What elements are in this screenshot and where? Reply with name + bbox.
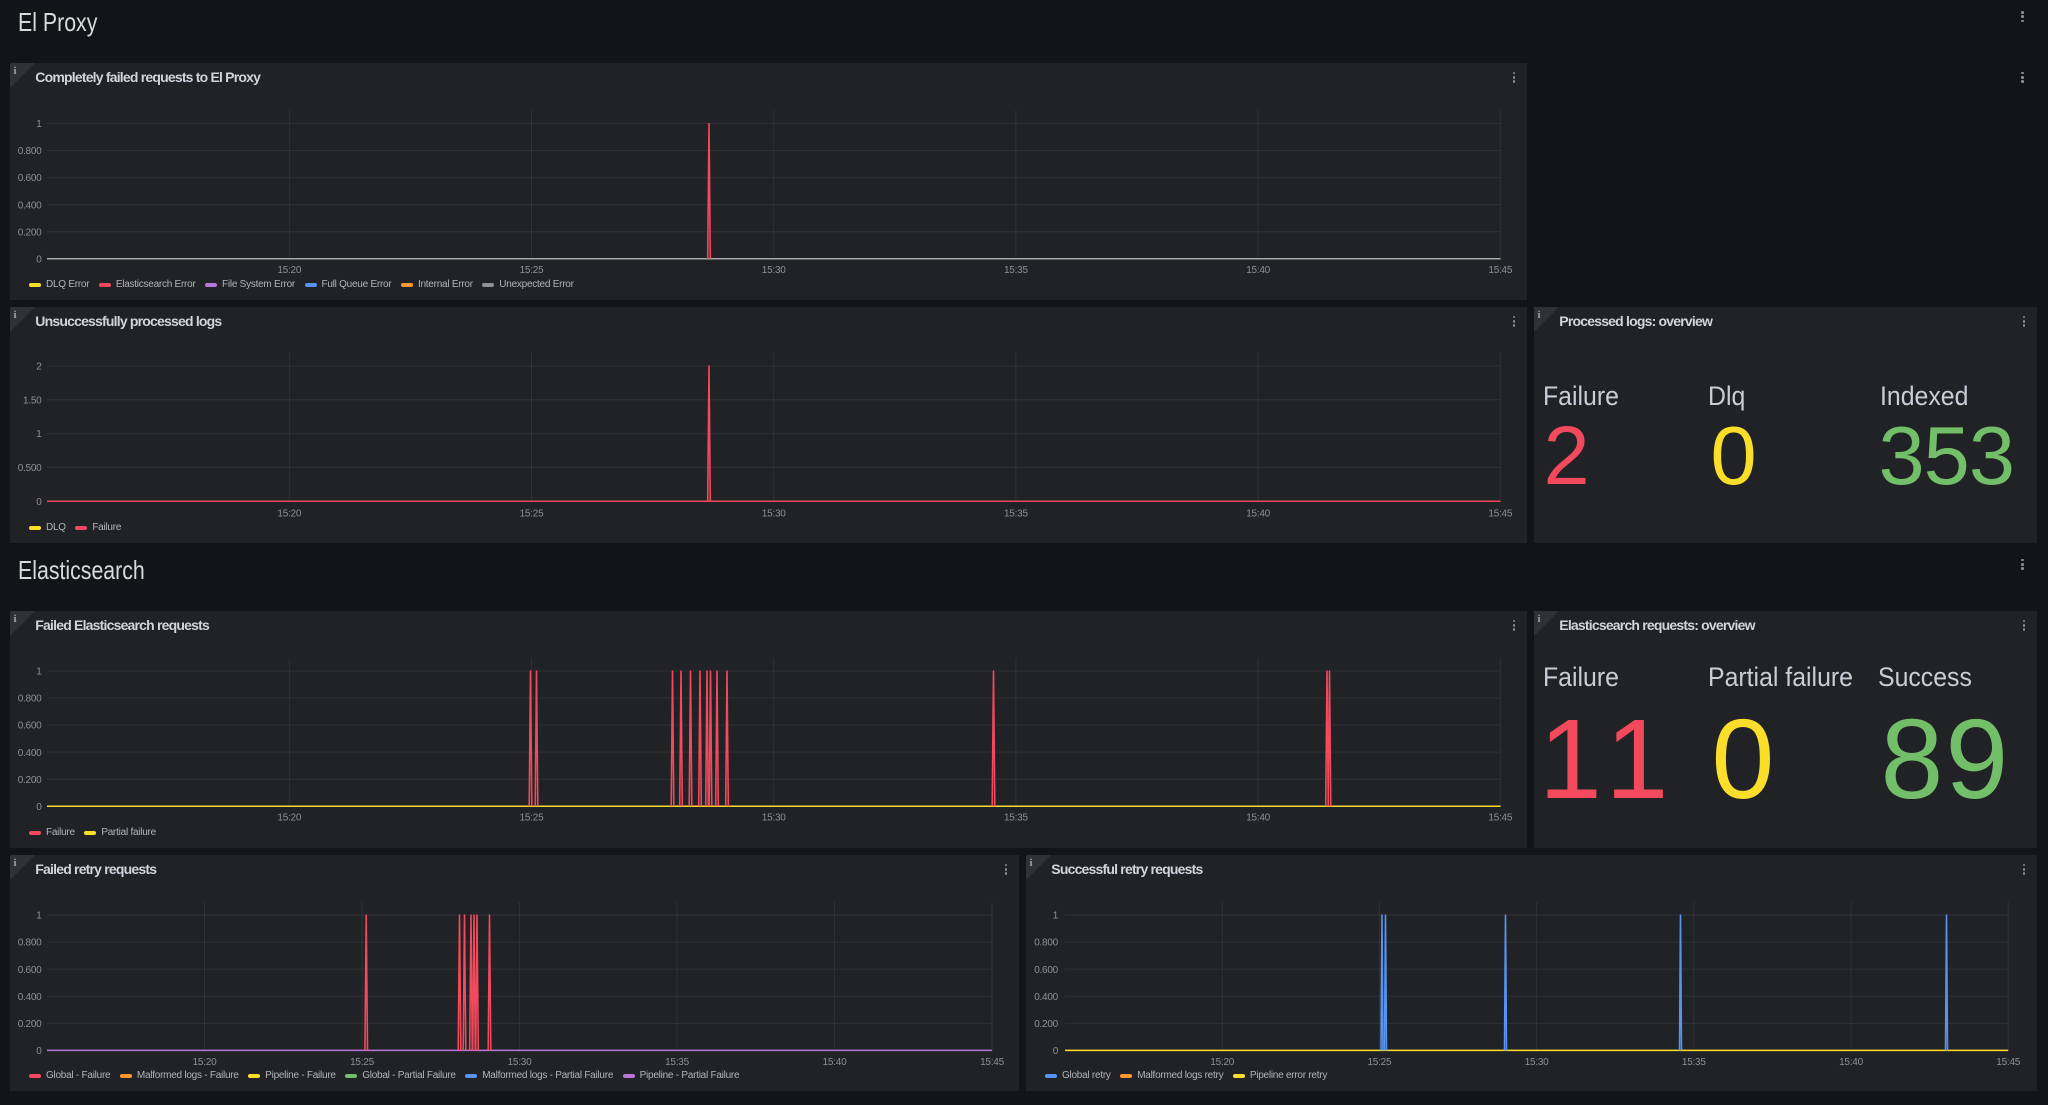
svg-text:1: 1 bbox=[36, 911, 42, 922]
svg-text:15:45: 15:45 bbox=[980, 1057, 1004, 1068]
svg-text:15:35: 15:35 bbox=[1004, 508, 1028, 519]
svg-text:15:35: 15:35 bbox=[1004, 265, 1028, 276]
svg-text:1: 1 bbox=[36, 429, 42, 440]
svg-text:0: 0 bbox=[36, 1046, 42, 1057]
svg-text:0.800: 0.800 bbox=[18, 694, 42, 705]
svg-text:15:40: 15:40 bbox=[1246, 265, 1270, 276]
svg-text:15:25: 15:25 bbox=[520, 508, 544, 519]
svg-text:0.200: 0.200 bbox=[18, 1019, 42, 1030]
svg-text:0.600: 0.600 bbox=[18, 173, 42, 184]
svg-text:15:20: 15:20 bbox=[1210, 1057, 1234, 1068]
svg-text:0: 0 bbox=[36, 497, 42, 508]
svg-text:15:35: 15:35 bbox=[1682, 1057, 1706, 1068]
svg-text:15:25: 15:25 bbox=[350, 1057, 374, 1068]
svg-text:0: 0 bbox=[36, 254, 42, 265]
svg-text:15:30: 15:30 bbox=[762, 813, 786, 824]
svg-text:15:45: 15:45 bbox=[1996, 1057, 2020, 1068]
svg-text:15:35: 15:35 bbox=[1004, 813, 1028, 824]
svg-text:1.50: 1.50 bbox=[23, 395, 42, 406]
svg-text:15:25: 15:25 bbox=[520, 813, 544, 824]
svg-text:0.600: 0.600 bbox=[1034, 965, 1058, 976]
svg-text:15:30: 15:30 bbox=[762, 265, 786, 276]
svg-text:0.400: 0.400 bbox=[1034, 992, 1058, 1003]
svg-text:1: 1 bbox=[1053, 911, 1059, 922]
svg-text:0.800: 0.800 bbox=[18, 146, 42, 157]
svg-text:15:30: 15:30 bbox=[762, 508, 786, 519]
svg-text:0.600: 0.600 bbox=[18, 965, 42, 976]
svg-text:15:40: 15:40 bbox=[823, 1057, 847, 1068]
svg-text:1: 1 bbox=[36, 667, 42, 678]
svg-text:15:20: 15:20 bbox=[277, 265, 301, 276]
svg-text:0.400: 0.400 bbox=[18, 992, 42, 1003]
svg-text:15:30: 15:30 bbox=[508, 1057, 532, 1068]
svg-text:0: 0 bbox=[36, 802, 42, 813]
svg-text:15:25: 15:25 bbox=[1368, 1057, 1392, 1068]
svg-text:0.800: 0.800 bbox=[18, 938, 42, 949]
svg-text:0.500: 0.500 bbox=[18, 463, 42, 474]
svg-text:0.200: 0.200 bbox=[18, 775, 42, 786]
svg-text:1: 1 bbox=[36, 119, 42, 130]
svg-text:15:40: 15:40 bbox=[1839, 1057, 1863, 1068]
svg-text:15:45: 15:45 bbox=[1488, 508, 1512, 519]
svg-text:15:20: 15:20 bbox=[277, 508, 301, 519]
svg-text:15:25: 15:25 bbox=[520, 265, 544, 276]
svg-text:0: 0 bbox=[1053, 1046, 1059, 1057]
svg-text:15:30: 15:30 bbox=[1525, 1057, 1549, 1068]
svg-text:15:40: 15:40 bbox=[1246, 508, 1270, 519]
svg-text:0.400: 0.400 bbox=[18, 200, 42, 211]
svg-text:0.200: 0.200 bbox=[18, 227, 42, 238]
svg-text:0.600: 0.600 bbox=[18, 721, 42, 732]
svg-text:15:45: 15:45 bbox=[1488, 265, 1512, 276]
svg-text:2: 2 bbox=[36, 362, 42, 373]
svg-text:0.800: 0.800 bbox=[1034, 938, 1058, 949]
svg-text:15:20: 15:20 bbox=[277, 813, 301, 824]
svg-text:0.400: 0.400 bbox=[18, 748, 42, 759]
svg-text:15:20: 15:20 bbox=[193, 1057, 217, 1068]
svg-text:15:45: 15:45 bbox=[1488, 813, 1512, 824]
svg-text:15:40: 15:40 bbox=[1246, 813, 1270, 824]
svg-text:15:35: 15:35 bbox=[665, 1057, 689, 1068]
svg-text:0.200: 0.200 bbox=[1034, 1019, 1058, 1030]
